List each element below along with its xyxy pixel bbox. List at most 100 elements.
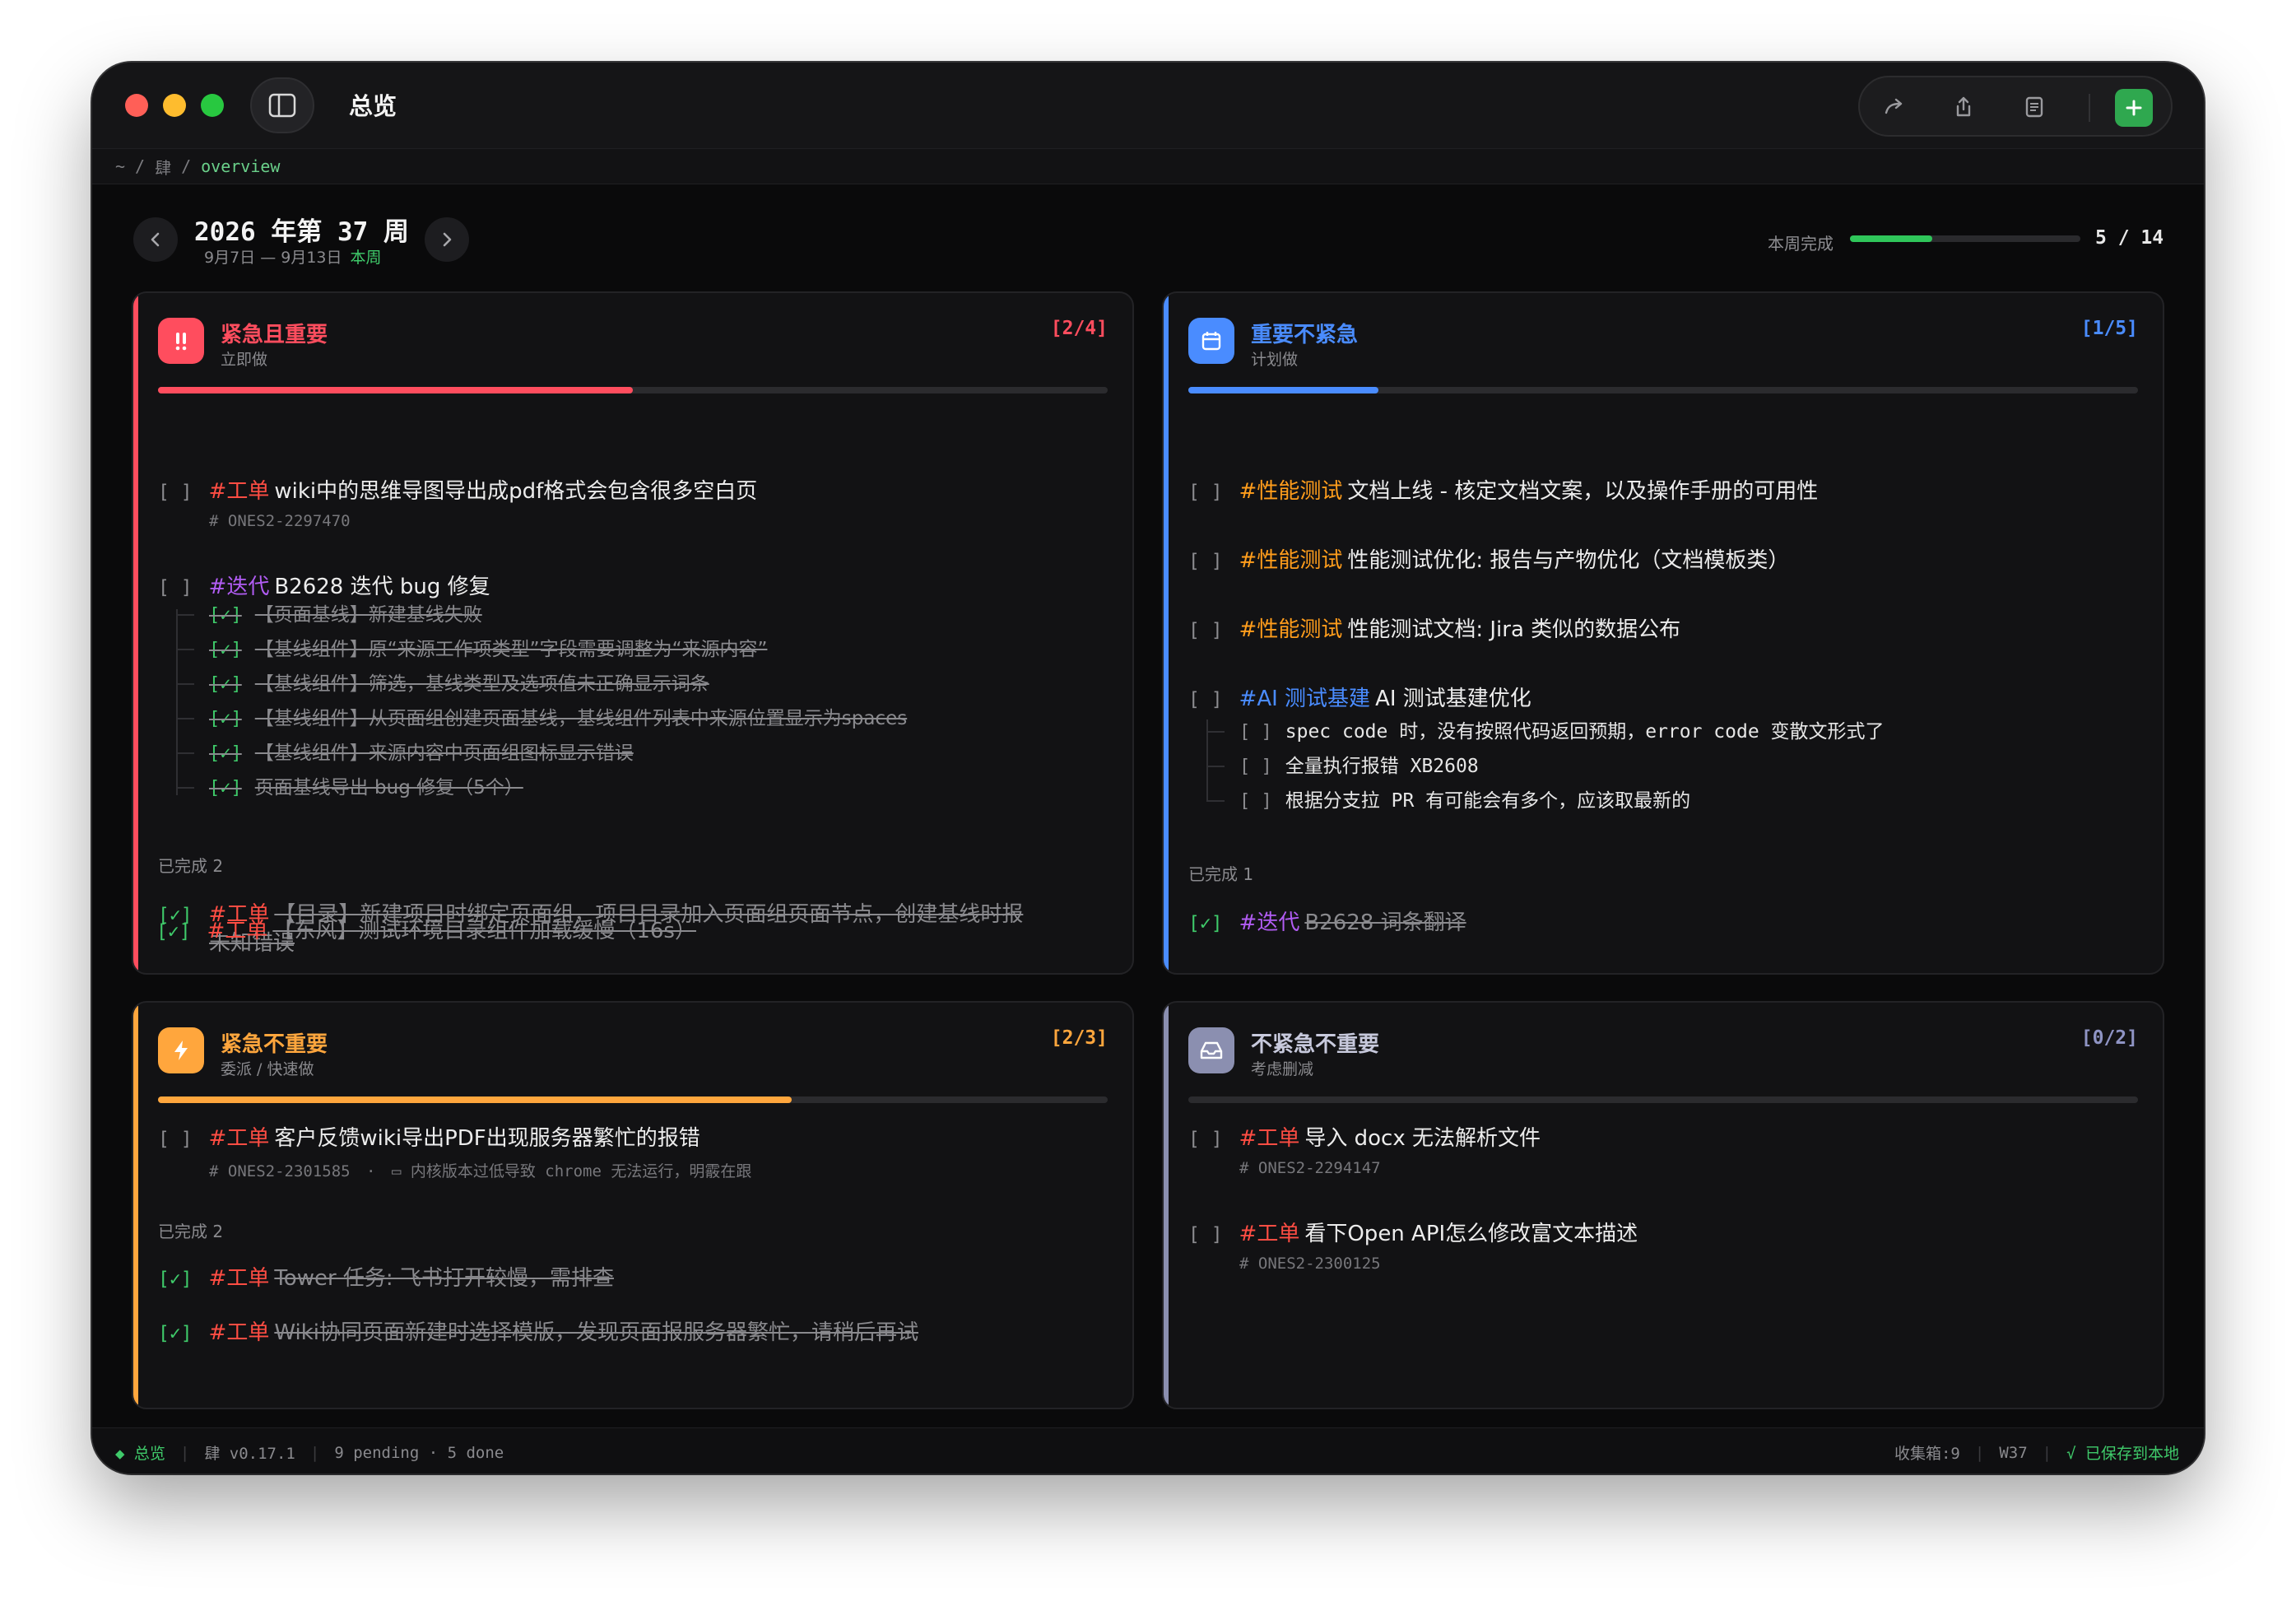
task-item[interactable]: [ ] #迭代 B2628 迭代 bug 修复 — [158, 573, 1108, 602]
subtask-checkbox[interactable]: [✓] — [209, 743, 242, 764]
task-text: 性能测试优化: 报告与产物优化（文档模板类） — [1347, 548, 1790, 573]
subtask-item[interactable]: [✓] 【基线组件】原“来源工作项类型”字段需要调整为“来源内容” — [209, 637, 767, 663]
task-checkbox[interactable]: [✓] — [156, 921, 191, 943]
current-view-indicator[interactable]: ◆ 总览 — [115, 1441, 165, 1464]
subtask-item[interactable]: [ ] 根据分支拉 PR 有可能会有多个，应该取最新的 — [1239, 789, 1690, 814]
subtask-item[interactable]: [✓] 【基线组件】从页面组创建页面基线，基线组件列表中来源位置显示为spaces — [209, 706, 907, 732]
done-task-item[interactable]: [✓] #工单 【东风】测试环境目录组件加载缓慢（16s） — [156, 917, 696, 946]
task-checkbox[interactable]: [✓] — [158, 1269, 193, 1290]
zoom-window-button[interactable] — [201, 94, 224, 117]
task-item[interactable]: [ ] #工单 导入 docx 无法解析文件 — [1188, 1124, 2138, 1153]
quadrant-progress-bar — [158, 387, 1108, 393]
subtask-text: spec code 时，没有按照代码返回预期，error code 变散文形式了 — [1285, 721, 1885, 743]
quadrant-count: [2/4] — [1050, 318, 1108, 339]
subtask-checkbox[interactable]: [ ] — [1239, 722, 1272, 743]
quadrant-progress-fill — [158, 1096, 792, 1103]
quadrant-not-urgent-not-important: 不紧急不重要 考虑删减 [0/2] [ ] #工单 导入 docx 无法解析文件 #… — [1162, 1001, 2164, 1409]
quadrant-title: 不紧急不重要 — [1251, 1032, 1380, 1057]
task-tag[interactable]: #工单 — [209, 479, 270, 504]
task-item[interactable]: [ ] #性能测试 文档上线 - 核定文档文案，以及操作手册的可用性 — [1188, 477, 2138, 506]
breadcrumb-home[interactable]: ~ — [115, 156, 125, 176]
task-checkbox[interactable]: [ ] — [1188, 1224, 1223, 1245]
chevron-left-icon — [151, 232, 160, 247]
inbox-count[interactable]: 收集箱:9 — [1894, 1441, 1960, 1464]
task-checkbox[interactable]: [ ] — [1188, 620, 1223, 641]
done-task-item[interactable]: [✓] #迭代 B2628 词条翻译 — [1188, 909, 2138, 938]
task-checkbox[interactable]: [ ] — [158, 1129, 193, 1150]
task-meta-row: # ONES2-2301585 · ▭ 内核版本过低导致 chrome 无法运行… — [209, 1162, 752, 1180]
task-tag[interactable]: #工单 — [1239, 1222, 1300, 1246]
subtask-text: 【基线组件】来源内容中页面组图标显示错误 — [254, 743, 634, 764]
subtask-item[interactable]: [✓] 页面基线导出 bug 修复（5个） — [209, 775, 523, 801]
breadcrumb-workspace[interactable]: 肆 — [155, 155, 171, 179]
subtask-checkbox[interactable]: [✓] — [209, 640, 242, 660]
subtask-checkbox[interactable]: [✓] — [209, 778, 242, 798]
subtask-checkbox[interactable]: [✓] — [209, 674, 242, 695]
subtask-item[interactable]: [✓] 【页面基线】新建基线失败 — [209, 603, 482, 628]
document-icon — [2025, 96, 2043, 118]
task-tag[interactable]: #AI 测试基建 — [1239, 687, 1371, 711]
toolbar-divider — [2089, 94, 2090, 122]
task-checkbox[interactable]: [✓] — [1188, 913, 1223, 934]
done-task-item[interactable]: [✓] #工单 Tower 任务: 飞书打开较慢，需排查 — [158, 1264, 1108, 1293]
subtask-checkbox[interactable]: [ ] — [1239, 791, 1272, 812]
close-window-button[interactable] — [125, 94, 148, 117]
breadcrumb-separator: / — [181, 156, 192, 176]
quadrant-subtitle: 立即做 — [221, 351, 268, 369]
share-button[interactable] — [1949, 92, 1978, 122]
subtask-text: 【基线组件】从页面组创建页面基线，基线组件列表中来源位置显示为spaces — [254, 708, 908, 729]
subtask-item[interactable]: [ ] 全量执行报错 XB2608 — [1239, 754, 1479, 780]
task-item[interactable]: [ ] #工单 客户反馈wiki导出PDF出现服务器繁忙的报错 — [158, 1124, 1108, 1153]
subtask-checkbox[interactable]: [✓] — [209, 605, 242, 626]
task-item[interactable]: [ ] #AI 测试基建 AI 测试基建优化 — [1188, 685, 2138, 714]
task-checkbox[interactable]: [ ] — [1188, 689, 1223, 710]
task-item[interactable]: [ ] #工单 看下Open API怎么修改富文本描述 — [1188, 1220, 2138, 1249]
task-item[interactable]: [ ] #性能测试 性能测试文档: Jira 类似的数据公布 — [1188, 616, 2138, 645]
quadrant-count: [0/2] — [2080, 1027, 2138, 1049]
add-task-button[interactable] — [2115, 89, 2153, 127]
task-checkbox[interactable]: [ ] — [158, 577, 193, 598]
minimize-window-button[interactable] — [163, 94, 186, 117]
quadrant-important-not-urgent: 重要不紧急 计划做 [1/5] [ ] #性能测试 文档上线 - 核定文档文案，以及… — [1162, 291, 2164, 975]
subtask-text: 全量执行报错 XB2608 — [1285, 756, 1479, 777]
completed-section-label: 已完成 2 — [158, 856, 224, 876]
task-tag[interactable]: #性能测试 — [1239, 479, 1343, 504]
task-tag[interactable]: #工单 — [209, 1126, 270, 1151]
inbox-icon — [1188, 1027, 1234, 1073]
done-task-item[interactable]: [✓] #工单 Wiki协同页面新建时选择模版，发现页面报服务器繁忙，请稍后再试 — [158, 1319, 1108, 1348]
task-checkbox[interactable]: [✓] — [158, 1323, 193, 1344]
toggle-sidebar-button[interactable] — [250, 77, 314, 133]
forward-button[interactable] — [1880, 92, 1909, 122]
quadrant-urgent-not-important: 紧急不重要 委派 / 快速做 [2/3] [ ] #工单 客户反馈wiki导出PDF… — [132, 1001, 1134, 1409]
task-checkbox[interactable]: [ ] — [1188, 1129, 1223, 1150]
task-tag[interactable]: #迭代 — [209, 575, 270, 599]
task-checkbox[interactable]: [ ] — [1188, 482, 1223, 503]
task-item[interactable]: [ ] #工单 wiki中的思维导图导出成pdf格式会包含很多空白页 — [158, 477, 1108, 506]
task-comment: 内核版本过低导致 chrome 无法运行，明霰在跟 — [410, 1162, 752, 1180]
window-title: 总览 — [349, 92, 397, 120]
task-item[interactable]: [ ] #性能测试 性能测试优化: 报告与产物优化（文档模板类） — [1188, 547, 2138, 575]
week-range-row: 9月7日 — 9月13日 本周 — [204, 245, 382, 268]
quadrant-subtitle: 委派 / 快速做 — [221, 1060, 314, 1078]
quadrant-title: 紧急不重要 — [221, 1032, 328, 1057]
subtask-item[interactable]: [✓] 【基线组件】筛选，基线类型及选项值未正确显示词条 — [209, 672, 709, 697]
task-tag[interactable]: #迭代 — [1239, 910, 1300, 935]
subtask-item[interactable]: [ ] spec code 时，没有按照代码返回预期，error code 变散文… — [1239, 719, 1885, 745]
next-week-button[interactable] — [425, 217, 469, 262]
subtask-item[interactable]: [✓] 【基线组件】来源内容中页面组图标显示错误 — [209, 741, 634, 766]
notes-button[interactable] — [2019, 92, 2049, 122]
task-tag[interactable]: #工单 — [1239, 1126, 1300, 1151]
prev-week-button[interactable] — [133, 217, 178, 262]
task-tag[interactable]: #工单 — [209, 1320, 270, 1345]
subtask-checkbox[interactable]: [ ] — [1239, 757, 1272, 777]
task-tag[interactable]: #性能测试 — [1239, 617, 1343, 642]
task-tag[interactable]: #工单 — [209, 1266, 270, 1291]
task-tag[interactable]: #工单 — [207, 919, 268, 943]
task-checkbox[interactable]: [ ] — [1188, 551, 1223, 572]
subtask-checkbox[interactable]: [✓] — [209, 709, 242, 729]
task-text: Wiki协同页面新建时选择模版，发现页面报服务器繁忙，请稍后再试 — [274, 1320, 918, 1345]
quadrant-progress-bar — [158, 1096, 1108, 1103]
weekly-progress-count: 5 / 14 — [2095, 227, 2164, 249]
task-checkbox[interactable]: [ ] — [158, 482, 193, 503]
task-tag[interactable]: #性能测试 — [1239, 548, 1343, 573]
